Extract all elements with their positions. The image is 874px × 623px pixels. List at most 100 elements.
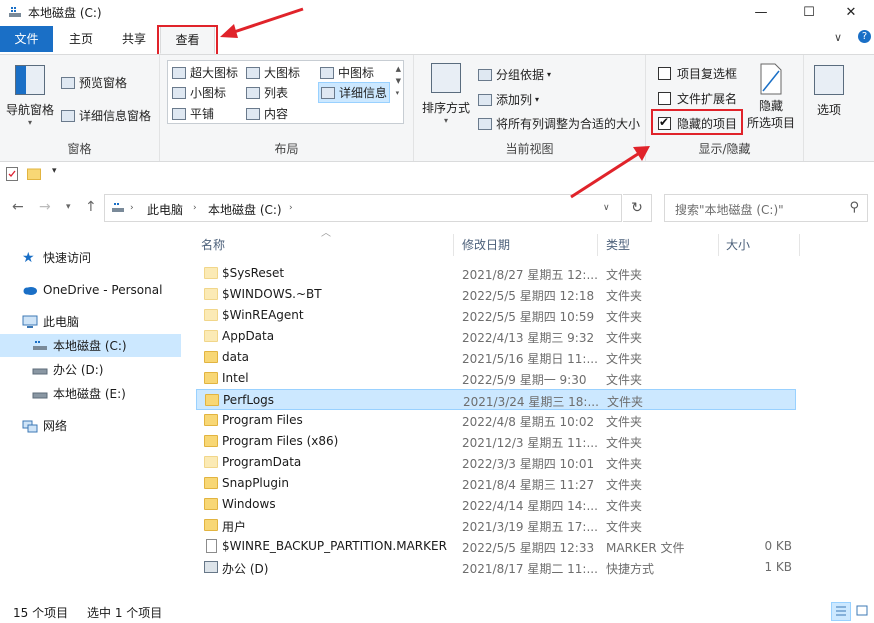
file-name: $SysReset — [222, 266, 285, 280]
file-row[interactable]: ProgramData 2022/3/3 星期四 10:01 文件夹 — [196, 452, 796, 473]
new-folder-icon[interactable] — [27, 167, 41, 180]
file-row[interactable]: Windows 2022/4/14 星期四 14:... 文件夹 — [196, 494, 796, 515]
column-separator[interactable] — [597, 234, 598, 256]
column-separator[interactable] — [453, 234, 454, 256]
maximize-button[interactable]: ☐ — [786, 0, 832, 24]
sidebar-item-quick-access[interactable]: ★ 快速访问 — [0, 246, 181, 269]
breadcrumb-c-drive[interactable]: 本地磁盘 (C:) — [208, 201, 282, 218]
column-separator[interactable] — [718, 234, 719, 256]
nav-pane-button[interactable]: 导航窗格 ▾ — [4, 65, 56, 127]
folder-icon — [204, 477, 218, 489]
file-row[interactable]: 办公 (D) 2021/8/17 星期二 11:... 快捷方式 1 KB — [196, 557, 796, 578]
file-size: 0 KB — [764, 539, 792, 553]
file-extensions-toggle[interactable]: 文件扩展名 — [658, 90, 737, 107]
file-row[interactable]: Program Files (x86) 2021/12/3 星期五 11:... 文… — [196, 431, 796, 452]
recent-locations-icon[interactable]: ▾ — [66, 202, 71, 212]
checkbox-unchecked[interactable] — [658, 67, 671, 80]
file-row[interactable]: data 2021/5/16 星期日 11:... 文件夹 — [196, 347, 796, 368]
large-icons-view-button[interactable] — [853, 602, 871, 621]
sidebar-item-network[interactable]: 网络 — [0, 414, 181, 437]
file-date: 2021/12/3 星期五 11:... — [462, 436, 598, 450]
hide-selected-button[interactable]: 隐藏 所选项目 — [746, 63, 796, 131]
file-row[interactable]: 用户 2021/3/19 星期五 17:... 文件夹 — [196, 515, 796, 536]
file-row[interactable]: $WINRE_BACKUP_PARTITION.MARKER 2022/5/5 星… — [196, 536, 796, 557]
file-name: 用户 — [222, 520, 247, 534]
details-view-button[interactable] — [831, 602, 851, 621]
column-header-type[interactable]: 类型 — [606, 236, 630, 253]
properties-icon[interactable] — [6, 167, 18, 181]
selected-count: 选中 1 个项目 — [87, 606, 163, 620]
minimize-button[interactable]: — — [738, 0, 784, 24]
file-row[interactable]: Intel 2022/5/9 星期一 9:30 文件夹 — [196, 368, 796, 389]
column-header-name[interactable]: 名称 — [201, 236, 225, 253]
item-count: 15 个项目 — [13, 606, 69, 620]
file-row[interactable]: $SysReset 2021/8/27 星期五 12:... 文件夹 — [196, 263, 796, 284]
details-pane-button[interactable]: 详细信息窗格 — [61, 107, 151, 124]
fit-columns-button[interactable]: 将所有列调整为合适的大小 — [478, 115, 640, 132]
layout-small-icons[interactable]: 小图标 — [172, 84, 226, 101]
sort-ascending-icon: ︿ — [321, 228, 331, 239]
layout-scroll-arrows[interactable]: ▲ ▼ ▾ — [396, 63, 401, 99]
file-name: Windows — [222, 497, 276, 511]
customize-toolbar-icon[interactable]: ▾ — [52, 166, 57, 176]
search-box[interactable]: 搜索"本地磁盘 (C:)" ⚲ — [664, 194, 868, 222]
close-button[interactable]: ✕ — [828, 0, 874, 24]
breadcrumb-separator-icon[interactable]: › — [130, 203, 134, 213]
annotation-highlight-hidden-items — [651, 109, 743, 135]
forward-arrow-icon[interactable]: → — [39, 199, 51, 215]
file-date: 2022/4/14 星期四 14:... — [462, 499, 598, 513]
layout-details[interactable]: 详细信息 — [318, 82, 391, 103]
file-row[interactable]: Program Files 2022/4/8 星期五 10:02 文件夹 — [196, 410, 796, 431]
checkbox-unchecked[interactable] — [658, 92, 671, 105]
breadcrumb-this-pc[interactable]: 此电脑 — [147, 201, 183, 218]
search-placeholder: 搜索"本地磁盘 (C:)" — [675, 203, 784, 217]
layout-tiles[interactable]: 平铺 — [172, 105, 214, 122]
file-name: $WINRE_BACKUP_PARTITION.MARKER — [222, 539, 447, 553]
sidebar-item-d-drive[interactable]: 办公 (D:) — [0, 358, 181, 381]
file-type: 文件夹 — [606, 478, 643, 492]
sort-by-button[interactable]: 排序方式 ▾ — [420, 63, 472, 125]
folder-icon — [204, 498, 218, 510]
collapse-ribbon-icon[interactable]: ∨ — [834, 31, 842, 44]
layout-large-icons[interactable]: 大图标 — [246, 64, 300, 81]
refresh-button[interactable]: ↻ — [623, 194, 652, 222]
breadcrumb-separator-icon[interactable]: › — [289, 203, 293, 213]
file-row[interactable]: $WinREAgent 2022/5/5 星期四 10:59 文件夹 — [196, 305, 796, 326]
file-type: 快捷方式 — [606, 562, 655, 576]
tab-share[interactable]: 共享 — [110, 26, 158, 52]
sidebar-item-e-drive[interactable]: 本地磁盘 (E:) — [0, 382, 181, 405]
preview-pane-button[interactable]: 预览窗格 — [61, 74, 127, 91]
up-arrow-icon[interactable]: ↑ — [85, 199, 97, 215]
column-header-size[interactable]: 大小 — [726, 236, 750, 253]
layout-extra-large-icons[interactable]: 超大图标 — [172, 64, 238, 81]
help-icon[interactable]: ? — [858, 30, 871, 43]
file-type: 文件夹 — [606, 268, 643, 282]
layout-list[interactable]: 列表 — [246, 84, 288, 101]
status-bar: 15 个项目 选中 1 个项目 — [0, 600, 874, 623]
file-row[interactable]: AppData 2022/4/13 星期三 9:32 文件夹 — [196, 326, 796, 347]
file-row[interactable]: $WINDOWS.~BT 2022/5/5 星期四 12:18 文件夹 — [196, 284, 796, 305]
group-by-button[interactable]: 分组依据 ▾ — [478, 66, 551, 83]
layout-medium-icons[interactable]: 中图标 — [320, 64, 374, 81]
file-name: $WINDOWS.~BT — [222, 287, 322, 301]
file-row[interactable]: SnapPlugin 2021/8/4 星期三 11:27 文件夹 — [196, 473, 796, 494]
item-checkboxes-toggle[interactable]: 项目复选框 — [658, 65, 737, 82]
search-icon[interactable]: ⚲ — [849, 200, 859, 215]
column-separator[interactable] — [799, 234, 800, 256]
file-type: 文件夹 — [606, 289, 643, 303]
layout-content[interactable]: 内容 — [246, 105, 288, 122]
tab-file[interactable]: 文件 — [0, 26, 53, 52]
file-row[interactable]: PerfLogs 2021/3/24 星期三 18:... 文件夹 — [196, 389, 796, 410]
add-columns-button[interactable]: 添加列 ▾ — [478, 91, 539, 108]
back-arrow-icon[interactable]: ← — [12, 199, 24, 215]
tab-home[interactable]: 主页 — [56, 26, 106, 52]
file-type: 文件夹 — [606, 331, 643, 345]
breadcrumb-separator-icon[interactable]: › — [193, 203, 197, 213]
address-dropdown-icon[interactable]: ∨ — [603, 203, 610, 213]
sidebar-item-onedrive[interactable]: OneDrive - Personal — [0, 278, 181, 301]
address-bar[interactable]: › 此电脑 › 本地磁盘 (C:) › ∨ — [104, 194, 622, 222]
sidebar-item-this-pc[interactable]: 此电脑 — [0, 310, 181, 333]
options-button[interactable]: 选项 — [808, 65, 850, 118]
column-header-date[interactable]: 修改日期 — [462, 236, 510, 253]
sidebar-item-c-drive[interactable]: 本地磁盘 (C:) — [0, 334, 181, 357]
